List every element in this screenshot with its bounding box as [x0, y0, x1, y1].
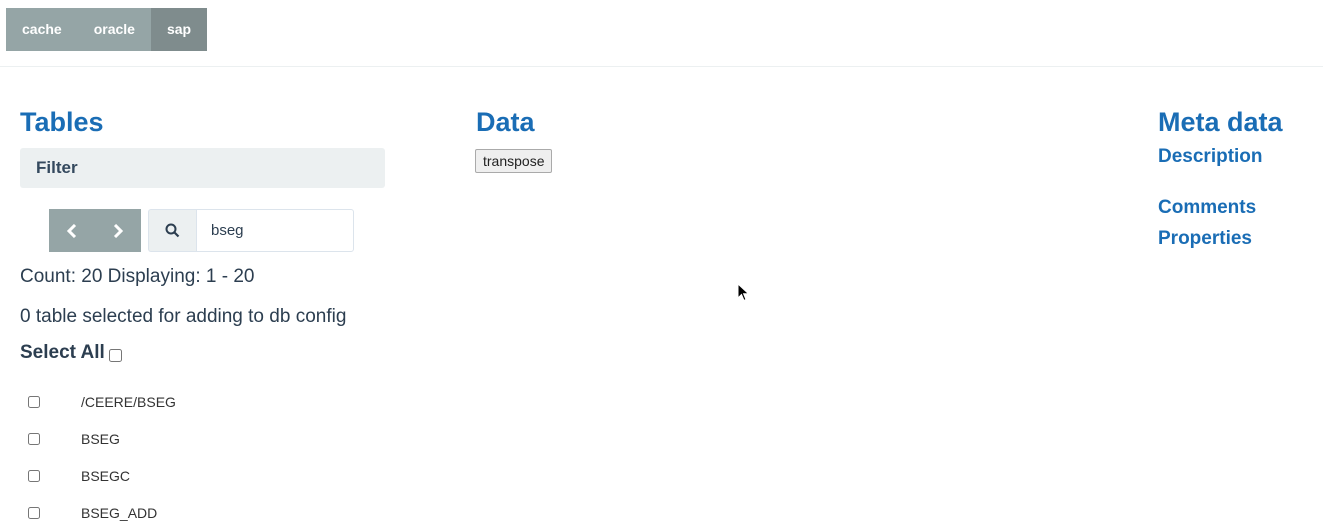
select-all-checkbox[interactable]: [108, 348, 122, 362]
search-input[interactable]: [196, 209, 354, 252]
search-addon: [148, 209, 196, 252]
mouse-cursor-icon: [737, 283, 750, 302]
table-name-link[interactable]: BSEGC: [81, 468, 130, 484]
meta-data-heading: Meta data: [1158, 107, 1283, 137]
table-name-link[interactable]: /CEERE/BSEG: [81, 394, 176, 410]
data-heading: Data: [476, 107, 535, 137]
count-text: Count: 20 Displaying: 1 - 20: [20, 266, 255, 287]
row-checkbox[interactable]: [28, 396, 40, 408]
header-divider: [0, 66, 1323, 67]
table-search: [148, 209, 354, 252]
chevron-right-icon: [113, 223, 124, 238]
tab-cache[interactable]: cache: [6, 8, 78, 51]
comments-link[interactable]: Comments: [1158, 197, 1256, 219]
pager: [49, 209, 141, 252]
select-all-label: Select All: [20, 342, 105, 363]
list-item: /CEERE/BSEG: [28, 394, 176, 410]
list-item: BSEG_ADD: [28, 505, 157, 521]
properties-link[interactable]: Properties: [1158, 228, 1252, 250]
tables-heading: Tables: [20, 107, 104, 137]
db-type-tabs: cache oracle sap: [6, 8, 208, 51]
prev-page-button[interactable]: [49, 209, 95, 252]
row-checkbox[interactable]: [28, 433, 40, 445]
transpose-button[interactable]: transpose: [475, 149, 553, 173]
filter-toggle[interactable]: Filter: [20, 148, 385, 188]
list-item: BSEGC: [28, 468, 130, 484]
row-checkbox[interactable]: [28, 470, 40, 482]
search-icon: [165, 223, 180, 238]
selected-count-text: 0 table selected for adding to db config: [20, 306, 347, 327]
select-all: Select All: [20, 342, 122, 364]
table-name-link[interactable]: BSEG: [81, 431, 120, 447]
table-name-link[interactable]: BSEG_ADD: [81, 505, 157, 521]
next-page-button[interactable]: [95, 209, 141, 252]
tab-oracle[interactable]: oracle: [77, 8, 151, 51]
list-item: BSEG: [28, 431, 120, 447]
chevron-left-icon: [66, 223, 77, 238]
description-link[interactable]: Description: [1158, 146, 1263, 168]
tab-sap[interactable]: sap: [150, 8, 208, 51]
row-checkbox[interactable]: [28, 507, 40, 519]
